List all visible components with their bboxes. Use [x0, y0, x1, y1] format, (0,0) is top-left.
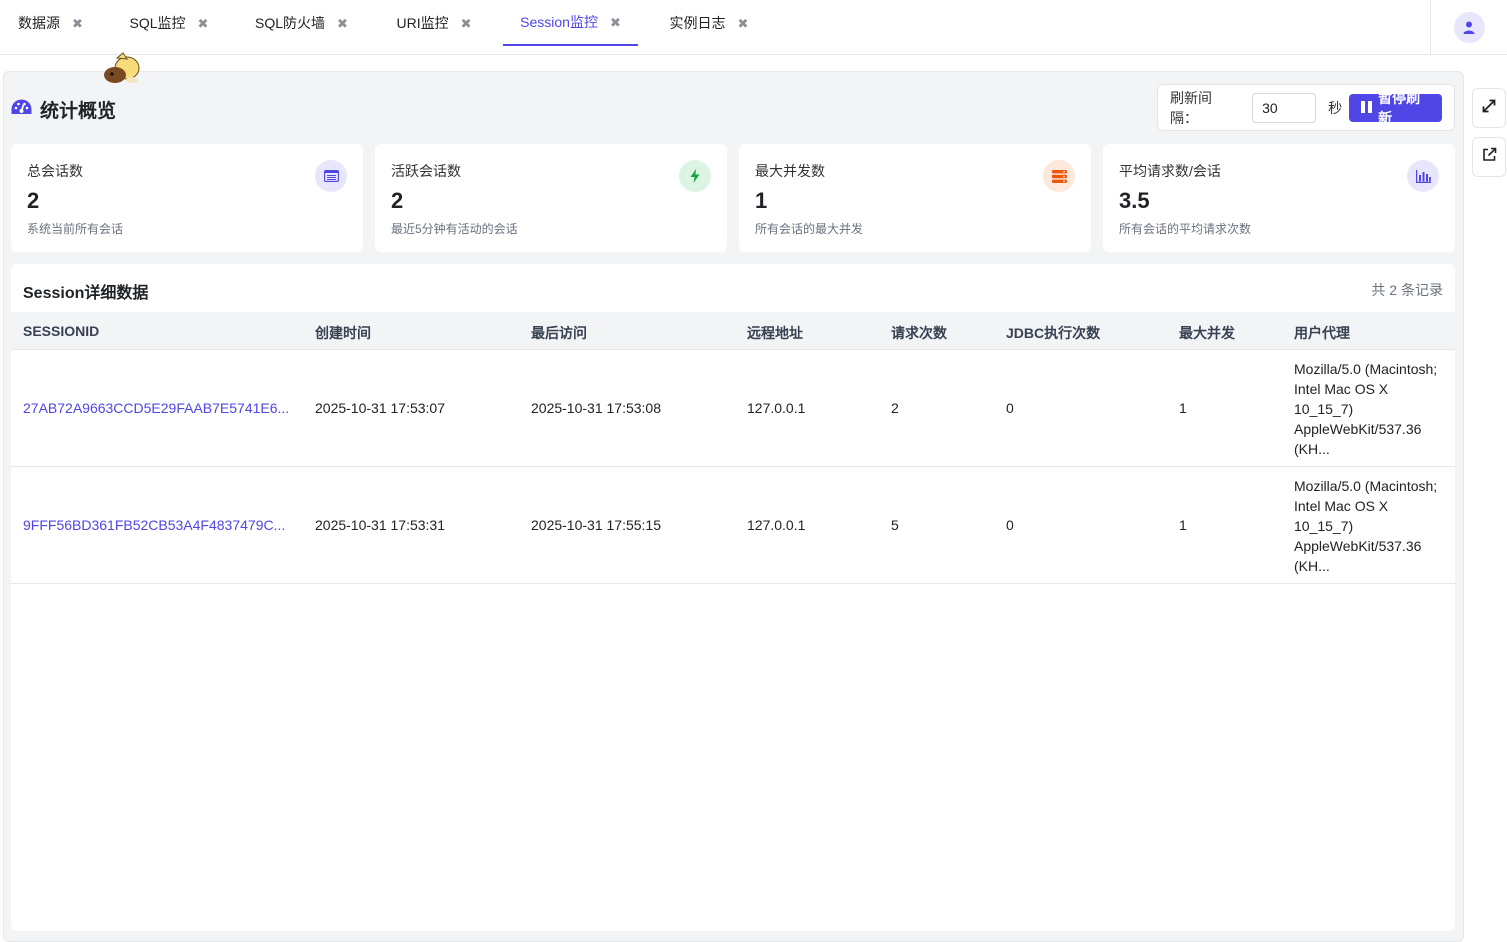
pause-icon — [1361, 100, 1373, 116]
tab-uri-monitor[interactable]: URI监控 ✖ — [384, 0, 484, 46]
request-count-cell: 2 — [891, 400, 899, 416]
stat-card-avg-requests: 平均请求数/会话 3.5 所有会话的平均请求次数 — [1103, 144, 1455, 252]
fullscreen-button[interactable] — [1472, 88, 1506, 128]
tab-datasource[interactable]: 数据源 ✖ — [2, 0, 99, 46]
stat-title: 平均请求数/会话 — [1119, 163, 1221, 179]
column-header-jdbc-count[interactable]: JDBC执行次数 — [1006, 323, 1100, 343]
server-icon — [1043, 160, 1075, 192]
tab-sql-monitor[interactable]: SQL监控 ✖ — [119, 0, 219, 46]
column-header-max-concurrency[interactable]: 最大并发 — [1179, 323, 1235, 343]
close-icon[interactable]: ✖ — [72, 17, 83, 30]
user-menu[interactable] — [1430, 0, 1507, 54]
user-agent-cell: Mozilla/5.0 (Macintosh; Intel Mac OS X 1… — [1294, 478, 1438, 574]
record-count: 共 2 条记录 — [1371, 282, 1443, 298]
list-icon — [315, 160, 347, 192]
gauge-icon — [11, 99, 32, 121]
jdbc-count-cell: 0 — [1006, 517, 1014, 533]
stat-value: 2 — [27, 188, 40, 213]
max-concurrency-cell: 1 — [1179, 400, 1187, 416]
close-icon[interactable]: ✖ — [198, 17, 209, 30]
open-external-button[interactable] — [1472, 137, 1506, 177]
tab-label: URI监控 — [396, 15, 449, 31]
stat-title: 活跃会话数 — [391, 163, 461, 179]
created-time-cell: 2025-10-31 17:53:31 — [315, 517, 445, 533]
mascot-icon — [101, 52, 143, 93]
tab-label: 实例日志 — [669, 15, 726, 31]
page-title: 统计概览 — [40, 101, 117, 122]
refresh-interval-label: 刷新间隔： — [1170, 89, 1212, 126]
stat-value: 1 — [755, 188, 768, 213]
column-header-sessionid[interactable]: SESSIONID — [23, 323, 99, 339]
stat-card-total-sessions: 总会话数 2 系统当前所有会话 — [11, 144, 363, 252]
last-access-cell: 2025-10-31 17:53:08 — [531, 400, 661, 416]
column-header-remote-address[interactable]: 远程地址 — [747, 323, 803, 343]
session-id-link[interactable]: 27AB72A9663CCD5E29FAAB7E5741E6... — [23, 400, 289, 416]
stat-title: 最大并发数 — [755, 163, 825, 179]
column-header-request-count[interactable]: 请求次数 — [891, 323, 947, 343]
tab-bar: 数据源 ✖ SQL监控 ✖ SQL防火墙 ✖ URI监控 ✖ Session监控… — [0, 0, 1507, 55]
bolt-icon — [679, 160, 711, 192]
column-header-last-access[interactable]: 最后访问 — [531, 323, 587, 343]
close-icon[interactable]: ✖ — [461, 17, 472, 30]
table-row: 9FFF56BD361FB52CB53A4F4837479C... 2025-1… — [11, 467, 1455, 584]
table-header: SESSIONID 创建时间 最后访问 远程地址 请求次数 JDBC执行次数 最… — [11, 312, 1455, 350]
stat-desc: 最近5分钟有活动的会话 — [391, 222, 518, 236]
tab-label: SQL防火墙 — [255, 15, 326, 31]
user-agent-cell: Mozilla/5.0 (Macintosh; Intel Mac OS X 1… — [1294, 361, 1438, 457]
stat-desc: 系统当前所有会话 — [27, 222, 124, 236]
tab-instance-log[interactable]: 实例日志 ✖ — [656, 0, 762, 46]
external-link-icon — [1482, 147, 1497, 167]
jdbc-count-cell: 0 — [1006, 400, 1014, 416]
stat-desc: 所有会话的最大并发 — [755, 222, 864, 236]
bar-chart-icon — [1407, 160, 1439, 192]
user-avatar-icon[interactable] — [1453, 11, 1485, 43]
refresh-control: 刷新间隔： 秒 暂停刷新 — [1157, 84, 1455, 131]
column-header-user-agent[interactable]: 用户代理 — [1294, 323, 1350, 343]
remote-address-cell: 127.0.0.1 — [747, 517, 806, 533]
created-time-cell: 2025-10-31 17:53:07 — [315, 400, 445, 416]
request-count-cell: 5 — [891, 517, 899, 533]
session-table-panel: Session详细数据 共 2 条记录 SESSIONID 创建时间 最后访问 … — [11, 264, 1455, 931]
tab-label: SQL监控 — [129, 15, 186, 31]
column-header-created[interactable]: 创建时间 — [315, 323, 371, 343]
refresh-interval-input[interactable] — [1252, 92, 1317, 123]
max-concurrency-cell: 1 — [1179, 517, 1187, 533]
stat-title: 总会话数 — [27, 163, 83, 179]
tab-session-monitor[interactable]: Session监控 ✖ — [503, 0, 638, 46]
remote-address-cell: 127.0.0.1 — [747, 400, 806, 416]
stat-card-max-concurrency: 最大并发数 1 所有会话的最大并发 — [739, 144, 1091, 252]
stat-desc: 所有会话的平均请求次数 — [1119, 222, 1252, 236]
refresh-unit-label: 秒 — [1328, 99, 1343, 116]
tab-label: 数据源 — [18, 15, 61, 31]
pause-refresh-label: 暂停刷新 — [1378, 89, 1421, 126]
close-icon[interactable]: ✖ — [610, 16, 621, 29]
stat-value: 2 — [391, 188, 404, 213]
close-icon[interactable]: ✖ — [738, 17, 749, 30]
expand-icon — [1482, 99, 1496, 118]
stat-value: 3.5 — [1119, 188, 1150, 213]
table-title: Session详细数据 — [23, 285, 149, 302]
close-icon[interactable]: ✖ — [337, 17, 348, 30]
pause-refresh-button[interactable]: 暂停刷新 — [1349, 90, 1442, 126]
last-access-cell: 2025-10-31 17:55:15 — [531, 517, 661, 533]
tab-label: Session监控 — [520, 14, 598, 30]
stat-card-active-sessions: 活跃会话数 2 最近5分钟有活动的会话 — [375, 144, 727, 252]
overview-heading: 统计概览 — [11, 96, 116, 123]
table-row: 27AB72A9663CCD5E29FAAB7E5741E6... 2025-1… — [11, 350, 1455, 467]
tab-sql-firewall[interactable]: SQL防火墙 ✖ — [244, 0, 359, 46]
session-id-link[interactable]: 9FFF56BD361FB52CB53A4F4837479C... — [23, 517, 285, 533]
